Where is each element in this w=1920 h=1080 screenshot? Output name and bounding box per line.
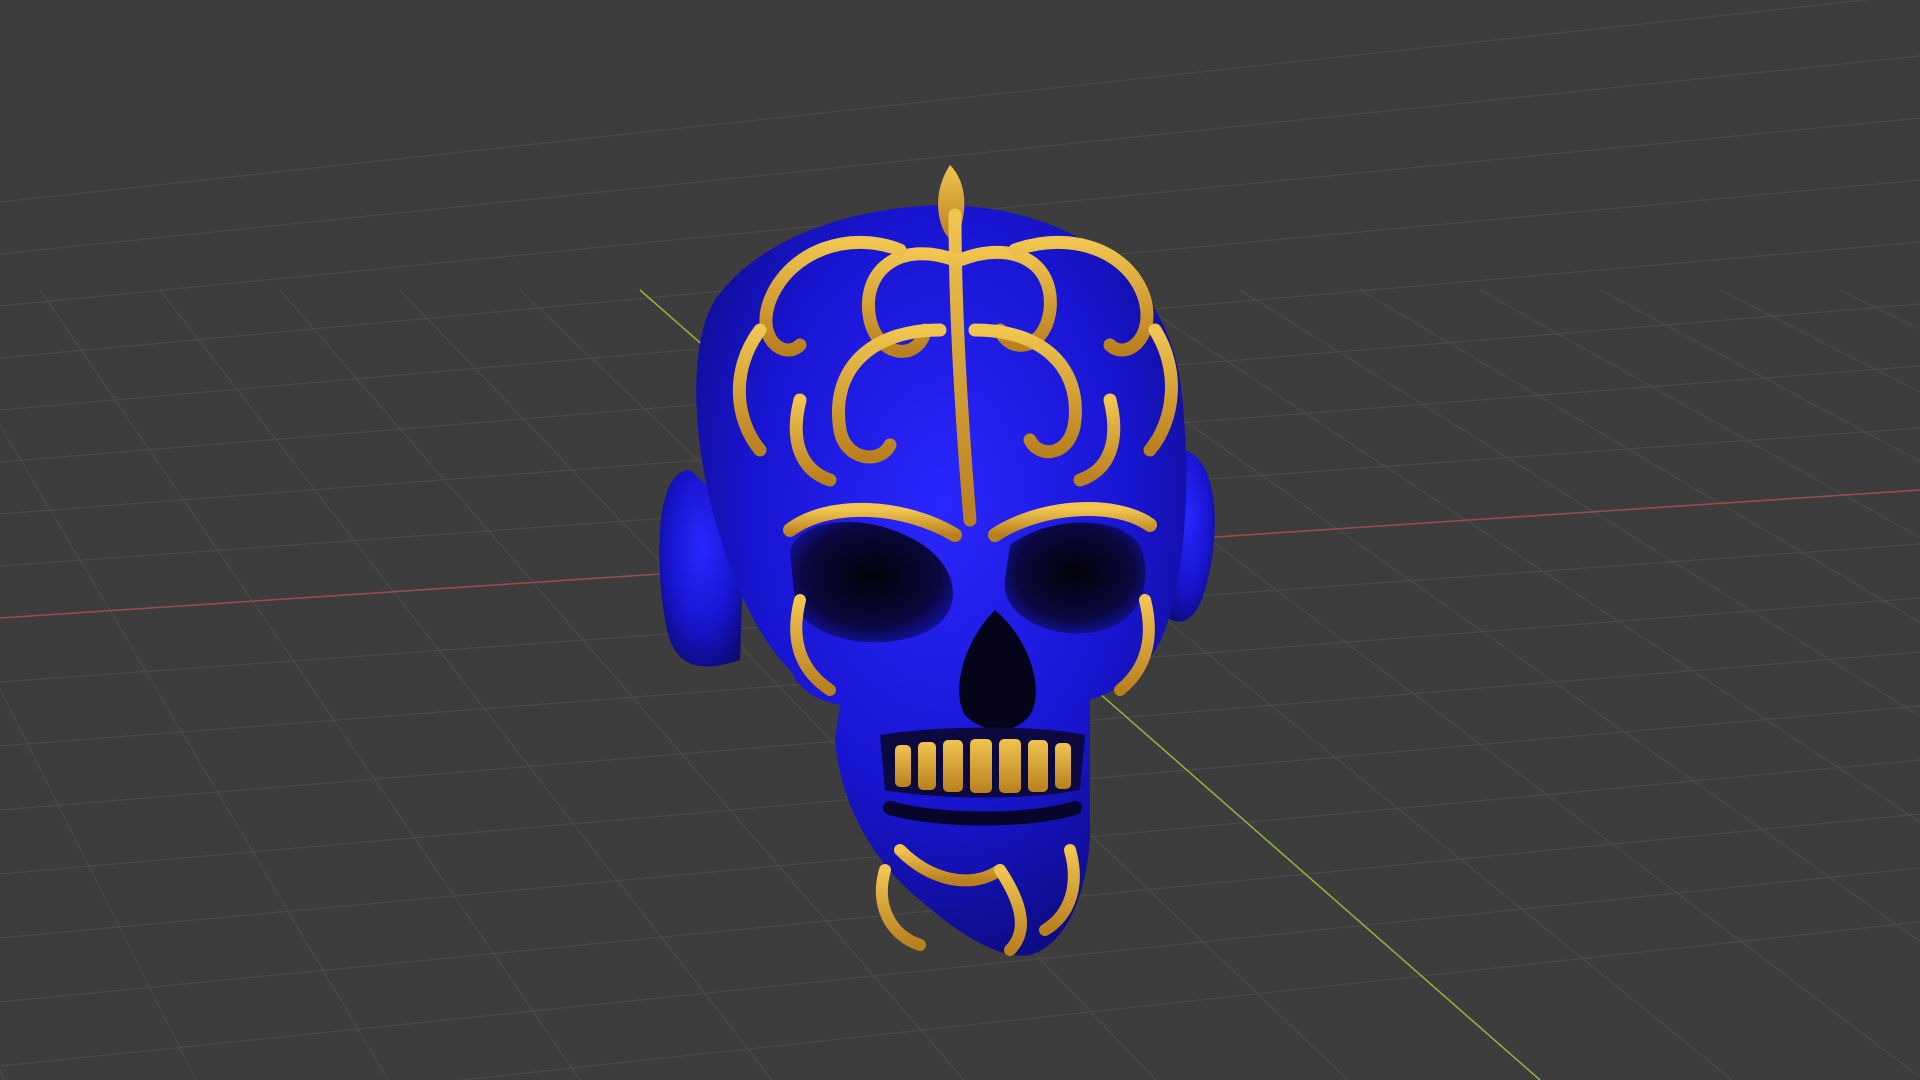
- ornate-skull-model[interactable]: [659, 165, 1215, 956]
- grid-line: [0, 687, 197, 1080]
- grid-line: [1719, 289, 1920, 393]
- grid-line: [1359, 289, 1920, 623]
- right-eye-socket: [1004, 522, 1146, 634]
- grid-line: [1599, 289, 1920, 462]
- grid-line: [39, 289, 581, 1080]
- 3d-viewport[interactable]: [0, 0, 1920, 1080]
- grid-line: [0, 0, 1871, 203]
- grid-line: [0, 423, 389, 1080]
- grid-line: [0, 1068, 5, 1080]
- grid-line: [159, 289, 773, 1080]
- grid-line: [1239, 289, 1920, 718]
- grid-line: [1479, 289, 1920, 539]
- viewport-canvas[interactable]: [0, 0, 1920, 1080]
- grid-line: [1839, 289, 1920, 330]
- grid-line: [455, 921, 1920, 1080]
